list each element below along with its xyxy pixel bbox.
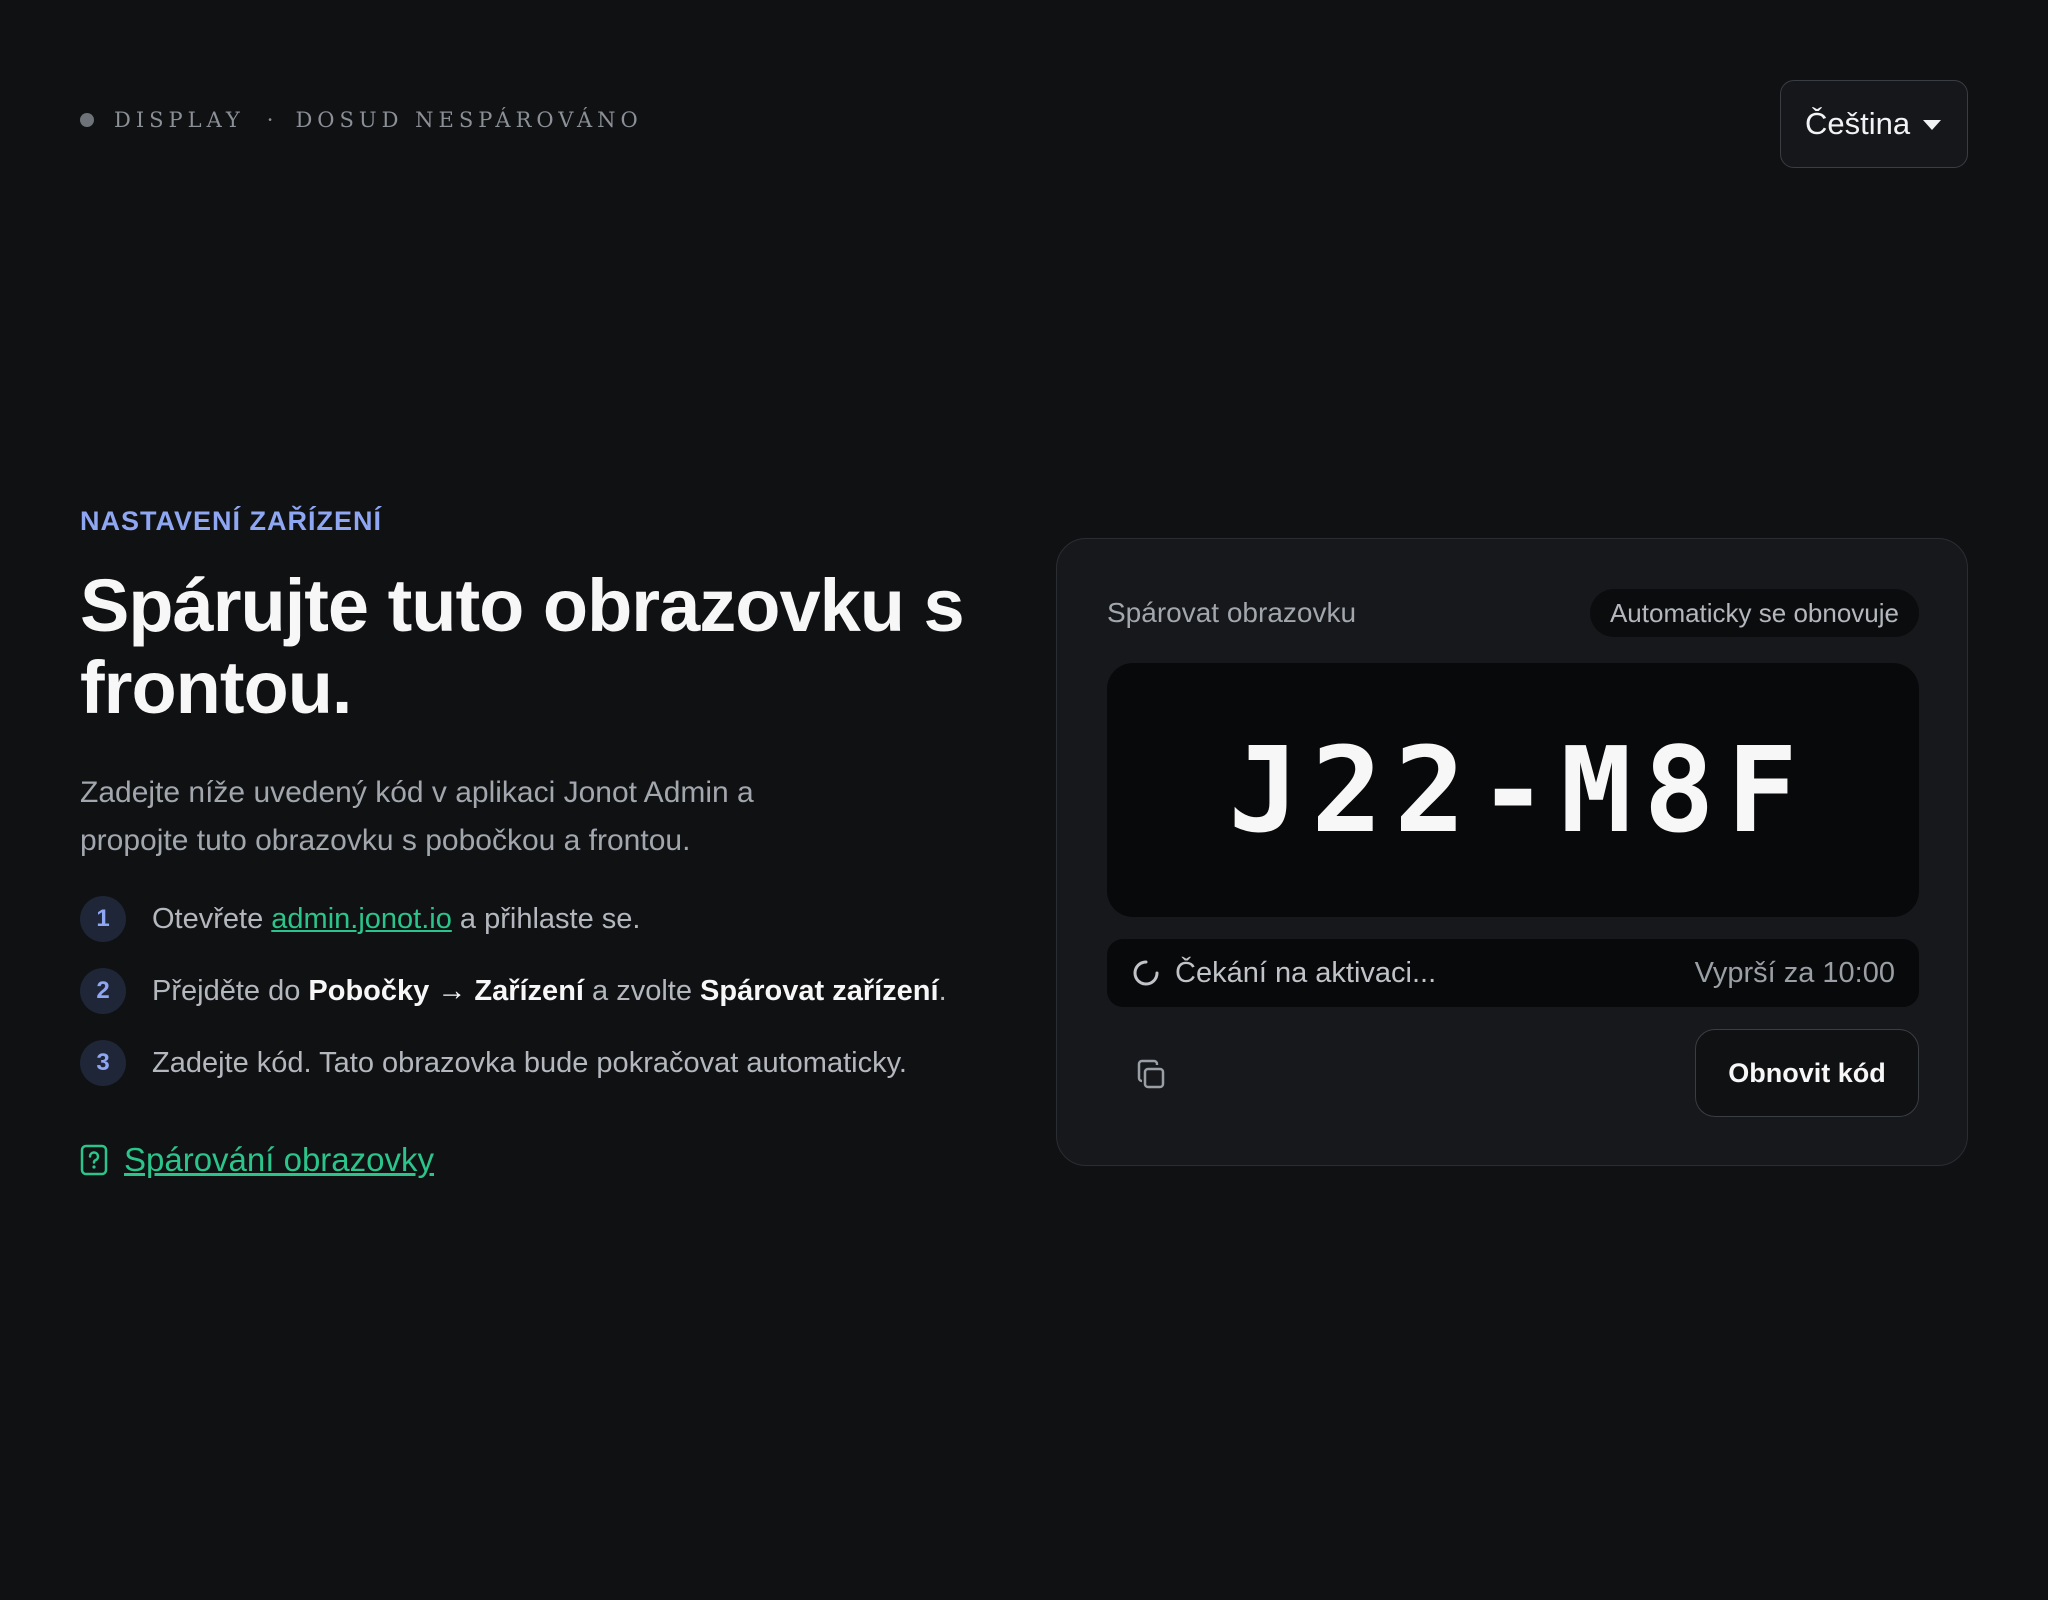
eyebrow-label: NASTAVENÍ ZAŘÍZENÍ	[80, 506, 383, 536]
step-text-action: Spárovat zařízení	[700, 974, 939, 1007]
top-bar: DISPLAY · DOSUD NESPÁROVÁNO Čeština	[80, 80, 1968, 168]
step-text-prefix: Otevřete	[152, 902, 272, 935]
help-link[interactable]: Spárování obrazovky	[80, 1141, 1040, 1179]
step-text-middle: a zvolte	[583, 974, 701, 1007]
step-item: 1 Otevřete admin.jonot.io a přihlaste se…	[80, 895, 1040, 943]
waiting-text: Čekání na aktivaci...	[1175, 956, 1437, 989]
step-item: 3 Zadejte kód. Tato obrazovka bude pokra…	[80, 1039, 1040, 1087]
help-document-icon	[80, 1144, 108, 1176]
pairing-card: Spárovat obrazovku Automaticky se obnovu…	[1056, 538, 1968, 1166]
step-text-suffix: a přihlaste se.	[451, 902, 641, 935]
intro-section: NASTAVENÍ ZAŘÍZENÍ Spárujte tuto obrazov…	[80, 506, 1040, 1179]
step-number: 1	[80, 896, 126, 942]
language-select-value: Čeština	[1805, 106, 1911, 141]
device-label: DISPLAY	[114, 108, 245, 132]
step-text: Zadejte kód. Tato obrazovka bude pokračo…	[152, 1046, 907, 1079]
refresh-code-button[interactable]: Obnovit kód	[1695, 1029, 1919, 1117]
expiry-timer: Vyprší za 10:00	[1694, 956, 1895, 989]
step-text: Přejděte do Pobočky → Zařízení a zvolte …	[152, 975, 947, 1008]
step-text-prefix: Přejděte do	[152, 974, 309, 1007]
step-number: 2	[80, 968, 126, 1014]
page-description: Zadejte níže uvedený kód v aplikaci Jono…	[80, 776, 754, 857]
device-status: DISPLAY · DOSUD NESPÁROVÁNO	[80, 108, 643, 132]
auto-refresh-badge: Automaticky se obnovuje	[1589, 589, 1919, 637]
pairing-status: DOSUD NESPÁROVÁNO	[295, 108, 643, 132]
admin-link[interactable]: admin.jonot.io	[271, 903, 452, 935]
status-separator: ·	[266, 108, 274, 132]
step-text-suffix: .	[938, 974, 947, 1007]
caret-down-icon	[1923, 120, 1941, 130]
status-dot-icon	[80, 113, 94, 127]
copy-code-button[interactable]	[1129, 1053, 1173, 1097]
spinner-icon	[1133, 960, 1159, 986]
help-link-label: Spárování obrazovky	[124, 1141, 435, 1178]
pairing-code: J22-M8F	[1228, 721, 1810, 859]
copy-icon	[1137, 1059, 1165, 1089]
language-select[interactable]: Čeština	[1780, 80, 1968, 168]
step-text: Otevřete admin.jonot.io a přihlaste se.	[152, 903, 640, 936]
card-title: Spárovat obrazovku	[1107, 597, 1357, 628]
step-number: 3	[80, 1040, 126, 1086]
activation-status-bar: Čekání na aktivaci... Vyprší za 10:00	[1107, 939, 1919, 1007]
page-title: Spárujte tuto obrazovku s frontou.	[80, 564, 965, 729]
step-item: 2 Přejděte do Pobočky → Zařízení a zvolt…	[80, 967, 1040, 1015]
step-text-path: Pobočky → Zařízení	[308, 974, 584, 1007]
steps-list: 1 Otevřete admin.jonot.io a přihlaste se…	[80, 895, 1040, 1087]
pairing-code-box: J22-M8F	[1107, 663, 1919, 917]
